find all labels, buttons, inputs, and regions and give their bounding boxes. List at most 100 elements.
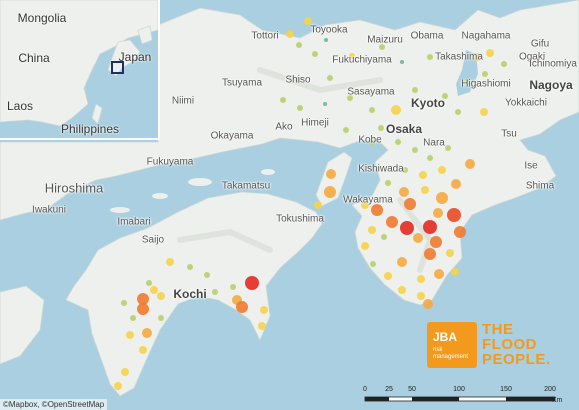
flood-marker[interactable]: [150, 286, 158, 294]
flood-marker[interactable]: [399, 187, 409, 197]
flood-marker[interactable]: [423, 220, 437, 234]
place-label: Fukuyama: [146, 156, 194, 168]
flood-marker[interactable]: [286, 30, 294, 38]
flood-marker[interactable]: [480, 108, 488, 116]
island: [152, 193, 168, 199]
flood-marker[interactable]: [146, 280, 152, 286]
map-attribution[interactable]: ©Mapbox, ©OpenStreetMap: [0, 399, 108, 410]
flood-marker[interactable]: [446, 249, 454, 257]
inset-country-label: Philippines: [60, 122, 120, 136]
scale-bar: 0 25 50 100 150 200 Km: [360, 386, 562, 406]
flood-marker[interactable]: [400, 221, 414, 235]
flood-marker[interactable]: [142, 328, 152, 338]
flood-marker[interactable]: [454, 226, 466, 238]
map-stage[interactable]: Tottori Toyooka Maizuru Obama Nagahama Gifu Fu…: [0, 0, 579, 410]
flood-marker[interactable]: [158, 315, 164, 321]
flood-marker[interactable]: [137, 303, 149, 315]
place-label: Shima: [525, 180, 555, 192]
flood-marker[interactable]: [385, 180, 391, 186]
place-label: Ako: [275, 121, 293, 133]
flood-marker[interactable]: [424, 248, 436, 260]
flood-marker[interactable]: [324, 38, 328, 42]
inset-country-label: Mongolia: [17, 11, 67, 25]
flood-marker[interactable]: [121, 300, 127, 306]
jba-logo: JBA risk management: [427, 322, 477, 368]
flood-marker[interactable]: [434, 269, 444, 279]
flood-marker[interactable]: [391, 105, 401, 115]
flood-marker[interactable]: [130, 315, 136, 321]
flood-marker[interactable]: [421, 186, 429, 194]
flood-marker[interactable]: [312, 51, 318, 57]
scale-tick: 25: [385, 386, 393, 393]
flood-marker[interactable]: [370, 261, 376, 267]
flood-marker[interactable]: [427, 54, 433, 60]
flood-marker[interactable]: [327, 75, 333, 81]
flood-marker[interactable]: [230, 284, 236, 290]
flood-marker[interactable]: [139, 346, 147, 354]
flood-marker[interactable]: [126, 331, 134, 339]
flood-marker[interactable]: [260, 306, 268, 314]
place-label: Maizuru: [367, 34, 403, 46]
flood-marker[interactable]: [371, 204, 383, 216]
flood-marker[interactable]: [413, 233, 423, 243]
flood-marker[interactable]: [114, 382, 122, 390]
place-label: Takashima: [435, 51, 483, 63]
flood-marker[interactable]: [297, 105, 303, 111]
island: [188, 178, 212, 186]
place-label: Kobe: [358, 134, 382, 146]
flood-marker[interactable]: [212, 289, 218, 295]
flood-marker[interactable]: [427, 155, 433, 161]
flood-marker[interactable]: [465, 159, 475, 169]
flood-marker[interactable]: [451, 268, 459, 276]
flood-marker[interactable]: [447, 208, 461, 222]
flood-marker[interactable]: [438, 166, 446, 174]
flood-marker[interactable]: [412, 87, 418, 93]
flood-marker[interactable]: [324, 186, 336, 198]
flood-marker[interactable]: [236, 301, 248, 313]
flood-marker[interactable]: [121, 368, 129, 376]
flood-marker[interactable]: [157, 292, 165, 300]
flood-marker[interactable]: [397, 257, 407, 267]
flood-marker[interactable]: [314, 201, 322, 209]
flood-marker[interactable]: [436, 192, 448, 204]
flood-marker[interactable]: [417, 292, 425, 300]
flood-marker[interactable]: [423, 299, 433, 309]
flood-marker[interactable]: [384, 272, 392, 280]
flood-marker[interactable]: [501, 61, 507, 67]
place-label: Okayama: [210, 130, 254, 142]
flood-marker[interactable]: [482, 71, 488, 77]
flood-marker[interactable]: [378, 125, 384, 131]
flood-marker[interactable]: [280, 97, 286, 103]
flood-marker[interactable]: [445, 145, 451, 151]
flood-marker[interactable]: [245, 276, 259, 290]
flood-marker[interactable]: [433, 208, 443, 218]
place-label: Nagahama: [461, 30, 511, 42]
flood-marker[interactable]: [451, 179, 461, 189]
flood-marker[interactable]: [381, 234, 387, 240]
flood-marker[interactable]: [326, 169, 336, 179]
flood-marker[interactable]: [369, 107, 375, 113]
island: [261, 169, 275, 175]
flood-marker[interactable]: [419, 171, 427, 179]
flood-marker[interactable]: [323, 102, 327, 106]
flood-marker[interactable]: [486, 49, 494, 57]
flood-marker[interactable]: [296, 42, 302, 48]
flood-marker[interactable]: [204, 272, 210, 278]
flood-marker[interactable]: [368, 226, 376, 234]
flood-marker[interactable]: [398, 286, 406, 294]
scale-tick: 0: [363, 386, 367, 393]
flood-marker[interactable]: [412, 147, 418, 153]
flood-marker[interactable]: [455, 109, 461, 115]
flood-marker[interactable]: [395, 139, 401, 145]
flood-marker[interactable]: [343, 127, 349, 133]
flood-marker[interactable]: [400, 60, 404, 64]
flood-marker[interactable]: [166, 258, 174, 266]
flood-marker[interactable]: [417, 275, 425, 283]
flood-marker[interactable]: [386, 216, 398, 228]
flood-marker[interactable]: [187, 264, 193, 270]
flood-marker[interactable]: [404, 198, 416, 210]
flood-marker[interactable]: [430, 236, 442, 248]
flood-marker[interactable]: [361, 242, 369, 250]
flood-marker[interactable]: [258, 322, 266, 330]
place-label: Tsu: [501, 128, 517, 140]
